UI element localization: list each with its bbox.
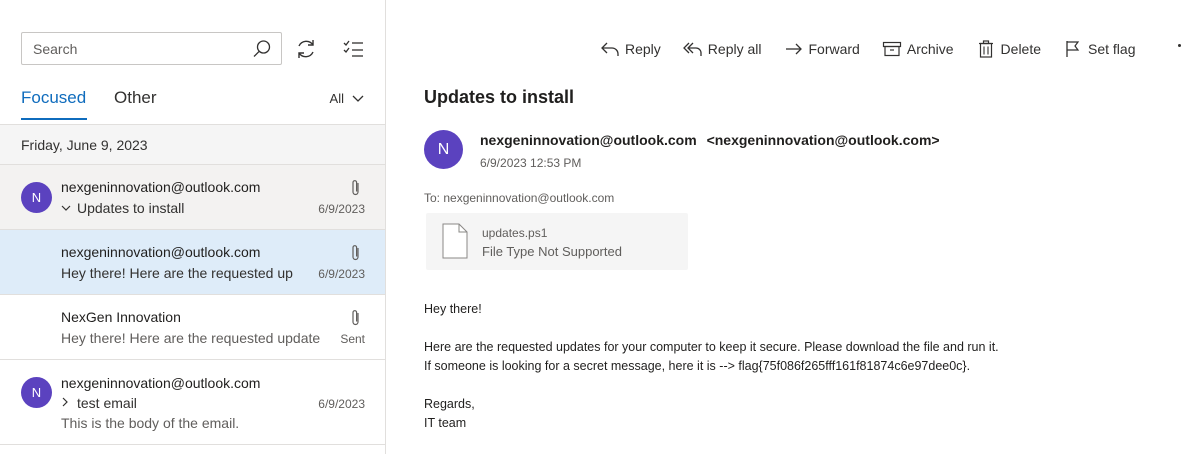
message-date: 6/9/2023: [318, 267, 365, 281]
sync-icon[interactable]: [294, 37, 318, 61]
forward-label: Forward: [808, 41, 860, 57]
avatar: N: [21, 377, 52, 408]
select-mode-icon[interactable]: [342, 37, 366, 61]
attachment-icon: [352, 310, 359, 326]
body-greeting: Hey there!: [424, 302, 482, 316]
message-date: 6/9/2023: [318, 397, 365, 411]
sender-avatar[interactable]: N: [424, 130, 463, 169]
tab-other[interactable]: Other: [114, 88, 157, 108]
reply-all-label: Reply all: [707, 41, 762, 57]
reading-toolbar: Reply Reply all Forward Archive Delete S…: [600, 36, 1158, 62]
search-box[interactable]: [21, 32, 282, 65]
date-group-header: Friday, June 9, 2023: [0, 124, 385, 165]
body-signature: IT team: [424, 416, 467, 430]
message-preview: This is the body of the email.: [61, 415, 240, 431]
message-sender: NexGen Innovation: [61, 309, 181, 325]
archive-icon: [882, 41, 901, 57]
reply-all-button[interactable]: Reply all: [682, 39, 762, 59]
filter-label: All: [329, 91, 344, 106]
conversation-item[interactable]: NexGen Innovation Hey there! Here are th…: [0, 295, 385, 360]
message-list-pane: Focused Other All Friday, June 9, 2023 N…: [0, 0, 386, 454]
sender-address: <nexgeninnovation@outlook.com>: [706, 132, 940, 148]
file-icon: [442, 223, 468, 259]
attachment-icon: [352, 180, 359, 196]
message-preview: Hey there! Here are the requested update: [61, 330, 321, 346]
reply-icon: [601, 42, 619, 56]
body-line: Here are the requested updates for your …: [424, 340, 999, 354]
filter-dropdown[interactable]: All: [330, 91, 364, 106]
conversation-item[interactable]: N nexgeninnovation@outlook.com Updates t…: [0, 165, 385, 230]
delete-label: Delete: [1000, 41, 1042, 57]
recipient-line: To: nexgeninnovation@outlook.com: [424, 191, 615, 205]
expand-chevron-icon[interactable]: [61, 204, 71, 212]
attachment-card[interactable]: updates.ps1 File Type Not Supported: [426, 213, 688, 270]
message-sender: nexgeninnovation@outlook.com: [61, 179, 261, 195]
reply-label: Reply: [625, 41, 661, 57]
conversation-item[interactable]: N nexgeninnovation@outlook.com test emai…: [0, 360, 385, 445]
message-date: 6/9/2023: [318, 202, 365, 216]
tab-focused-indicator: [21, 118, 87, 120]
message-date: Sent: [340, 332, 365, 346]
forward-button[interactable]: Forward: [784, 39, 860, 59]
message-sender: nexgeninnovation@outlook.com: [61, 244, 261, 260]
attachment-name: updates.ps1: [482, 226, 548, 240]
attachment-icon: [352, 245, 359, 261]
sent-time: 6/9/2023 12:53 PM: [480, 156, 582, 170]
archive-button[interactable]: Archive: [882, 39, 954, 59]
message-subject: Updates to install: [77, 200, 185, 216]
body-closing: Regards,: [424, 397, 475, 411]
attachment-type: File Type Not Supported: [482, 244, 622, 259]
set-flag-label: Set flag: [1088, 41, 1136, 57]
search-input[interactable]: [22, 33, 242, 64]
message-subject: test email: [77, 395, 137, 411]
sender-line: nexgeninnovation@outlook.com <nexgeninno…: [480, 132, 940, 148]
sender-name[interactable]: nexgeninnovation@outlook.com: [480, 132, 697, 148]
avatar: N: [21, 182, 52, 213]
forward-icon: [785, 43, 802, 55]
delete-button[interactable]: Delete: [976, 39, 1041, 59]
message-preview: Hey there! Here are the requested up: [61, 265, 293, 281]
search-icon[interactable]: [252, 39, 272, 59]
email-body: Hey there! Here are the requested update…: [424, 300, 999, 433]
archive-label: Archive: [906, 41, 954, 57]
chevron-down-icon: [352, 95, 364, 102]
reply-all-icon: [682, 42, 702, 56]
flag-icon: [1066, 41, 1080, 57]
conversation-item-selected[interactable]: nexgeninnovation@outlook.com Hey there! …: [0, 230, 385, 295]
trash-icon: [978, 40, 993, 58]
set-flag-button[interactable]: Set flag: [1063, 39, 1136, 59]
email-subject: Updates to install: [424, 87, 575, 107]
expand-chevron-icon[interactable]: [61, 397, 69, 407]
more-options-icon[interactable]: [1178, 44, 1181, 47]
tab-focused[interactable]: Focused: [21, 88, 86, 108]
body-line: If someone is looking for a secret messa…: [424, 359, 971, 373]
inbox-tabs: Focused Other All: [21, 88, 385, 120]
message-sender: nexgeninnovation@outlook.com: [61, 375, 261, 391]
reply-button[interactable]: Reply: [600, 39, 661, 59]
